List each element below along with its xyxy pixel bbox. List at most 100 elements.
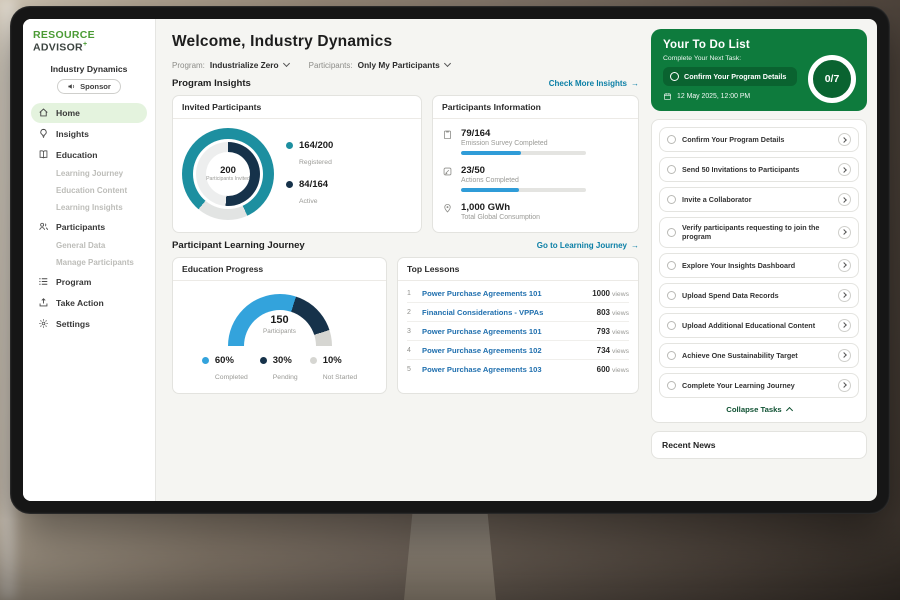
task-row-send-invitations[interactable]: Send 50 Invitations to Participants xyxy=(659,157,859,182)
filters-row: Program: Industrialize Zero Participants… xyxy=(172,60,639,70)
sidebar-nav: Home Insights Education Learning Journey… xyxy=(31,103,147,334)
sidebar-item-program[interactable]: Program xyxy=(31,272,147,292)
checkbox-icon xyxy=(667,165,676,174)
due-date-label: 12 May 2025, 12:00 PM xyxy=(677,93,750,100)
sponsor-badge[interactable]: Sponsor xyxy=(57,79,121,94)
lesson-link[interactable]: Power Purchase Agreements 103 xyxy=(422,365,590,374)
main-content: Welcome, Industry Dynamics Program: Indu… xyxy=(156,19,649,501)
todo-progress-ring: 0/7 xyxy=(808,55,856,103)
sidebar-item-education-content[interactable]: Education Content xyxy=(31,183,147,199)
sidebar-item-education[interactable]: Education xyxy=(31,145,147,165)
task-row-explore-insights[interactable]: Explore Your Insights Dashboard xyxy=(659,253,859,278)
program-filter-label: Program: xyxy=(172,61,205,70)
education-legend: 60% Completed 30% Pending 10% Not xyxy=(182,355,377,384)
gray-dot-icon xyxy=(310,357,317,364)
chevron-right-icon xyxy=(838,259,851,272)
todo-title: Your To Do List xyxy=(663,39,855,51)
emission-survey-row: 79/164 Emission Survey Completed xyxy=(442,128,629,155)
chevron-right-icon xyxy=(838,226,851,239)
navy-dot-icon xyxy=(260,357,267,364)
nav-label: Settings xyxy=(56,319,90,329)
book-icon xyxy=(38,149,49,160)
link-label: Check More Insights xyxy=(549,79,627,88)
chevron-right-icon xyxy=(838,379,851,392)
top-lessons-card: Top Lessons 1 Power Purchase Agreements … xyxy=(397,257,639,394)
lesson-row: 3 Power Purchase Agreements 101 793views xyxy=(407,322,629,341)
home-icon xyxy=(38,107,49,118)
participants-filter[interactable]: Participants: Only My Participants xyxy=(309,60,450,70)
legend-item-not-started: 10% Not Started xyxy=(310,355,357,384)
chevron-up-icon xyxy=(786,407,793,414)
sidebar-item-learning-journey[interactable]: Learning Journey xyxy=(31,166,147,182)
nav-label: Program xyxy=(56,277,91,287)
check-more-insights-link[interactable]: Check More Insights → xyxy=(549,79,639,88)
checkbox-icon xyxy=(667,291,676,300)
task-row-upload-educational-content[interactable]: Upload Additional Educational Content xyxy=(659,313,859,338)
learning-journey-header: Participant Learning Journey Go to Learn… xyxy=(172,240,639,251)
card-title: Participants Information xyxy=(433,96,638,119)
participants-filter-value: Only My Participants xyxy=(358,60,440,70)
nav-label: Take Action xyxy=(56,298,104,308)
consumption-row: 1,000 GWh Total Global Consumption xyxy=(442,202,629,221)
checkbox-icon xyxy=(667,135,676,144)
gauge-center-value: 150 xyxy=(228,314,332,326)
navy-dot-icon xyxy=(286,181,293,188)
invited-donut-chart: 200 Participants Invited xyxy=(182,128,274,220)
task-row-invite-collaborator[interactable]: Invite a Collaborator xyxy=(659,187,859,212)
task-row-achieve-target[interactable]: Achieve One Sustainability Target xyxy=(659,343,859,368)
task-row-complete-learning-journey[interactable]: Complete Your Learning Journey xyxy=(659,373,859,398)
logo-primary: RESOURCE xyxy=(33,29,95,41)
teal-dot-icon xyxy=(286,142,293,149)
lesson-link[interactable]: Financial Considerations - VPPAs xyxy=(422,308,590,317)
lesson-row: 4 Power Purchase Agreements 102 734views xyxy=(407,341,629,360)
card-title: Invited Participants xyxy=(173,96,421,119)
lesson-link[interactable]: Power Purchase Agreements 101 xyxy=(422,289,585,298)
sidebar-item-settings[interactable]: Settings xyxy=(31,314,147,334)
collapse-tasks-button[interactable]: Collapse Tasks xyxy=(659,403,859,415)
invited-participants-card: Invited Participants 200 Participants In… xyxy=(172,95,422,233)
nav-label: Participants xyxy=(56,222,105,232)
blue-dot-icon xyxy=(202,357,209,364)
sidebar-item-learning-insights[interactable]: Learning Insights xyxy=(31,200,147,216)
task-row-verify-participants[interactable]: Verify participants requesting to join t… xyxy=(659,217,859,248)
donut-center-label: 200 Participants Invited xyxy=(206,152,250,196)
sidebar-item-participants[interactable]: Participants xyxy=(31,217,147,237)
participants-information-card: Participants Information 79/164 Emission… xyxy=(432,95,639,233)
checkbox-icon xyxy=(667,195,676,204)
chevron-down-icon xyxy=(283,60,290,67)
card-title: Top Lessons xyxy=(398,258,638,281)
todo-progress-value: 0/7 xyxy=(825,73,840,85)
clipboard-icon xyxy=(442,129,453,140)
megaphone-icon xyxy=(67,82,76,91)
next-task-row[interactable]: Confirm Your Program Details xyxy=(663,67,797,86)
list-icon xyxy=(38,276,49,287)
lesson-link[interactable]: Power Purchase Agreements 102 xyxy=(422,346,590,355)
sidebar-item-general-data[interactable]: General Data xyxy=(31,238,147,254)
calendar-icon xyxy=(663,92,672,101)
recent-news-title: Recent News xyxy=(662,440,716,450)
program-filter[interactable]: Program: Industrialize Zero xyxy=(172,60,289,70)
go-to-learning-journey-link[interactable]: Go to Learning Journey → xyxy=(537,241,639,250)
arrow-right-icon: → xyxy=(631,79,639,88)
lesson-row: 2 Financial Considerations - VPPAs 803vi… xyxy=(407,303,629,322)
lesson-link[interactable]: Power Purchase Agreements 101 xyxy=(422,327,590,336)
chevron-right-icon xyxy=(838,163,851,176)
recent-news-card: Recent News xyxy=(651,431,867,459)
education-gauge-chart: 150 Participants xyxy=(228,294,332,346)
sidebar-item-home[interactable]: Home xyxy=(31,103,147,123)
task-row-confirm-program[interactable]: Confirm Your Program Details xyxy=(659,127,859,152)
sidebar-item-manage-participants[interactable]: Manage Participants xyxy=(31,255,147,271)
legend-item-completed: 60% Completed xyxy=(202,355,248,384)
legend-item-pending: 30% Pending xyxy=(260,355,298,384)
sidebar: RESOURCE ADVISOR+ Industry Dynamics Spon… xyxy=(23,19,156,501)
collapse-label: Collapse Tasks xyxy=(726,405,781,414)
todo-summary-card: Your To Do List Complete Your Next Task:… xyxy=(651,29,867,111)
sidebar-item-insights[interactable]: Insights xyxy=(31,124,147,144)
invited-legend: 164/200 Registered 84/164 Active xyxy=(286,140,333,208)
emission-progress-bar xyxy=(461,151,586,155)
chevron-right-icon xyxy=(838,319,851,332)
chevron-down-icon xyxy=(444,60,451,67)
sidebar-item-take-action[interactable]: Take Action xyxy=(31,293,147,313)
task-row-upload-spend-data[interactable]: Upload Spend Data Records xyxy=(659,283,859,308)
legend-item-active: 84/164 Active xyxy=(286,179,333,208)
